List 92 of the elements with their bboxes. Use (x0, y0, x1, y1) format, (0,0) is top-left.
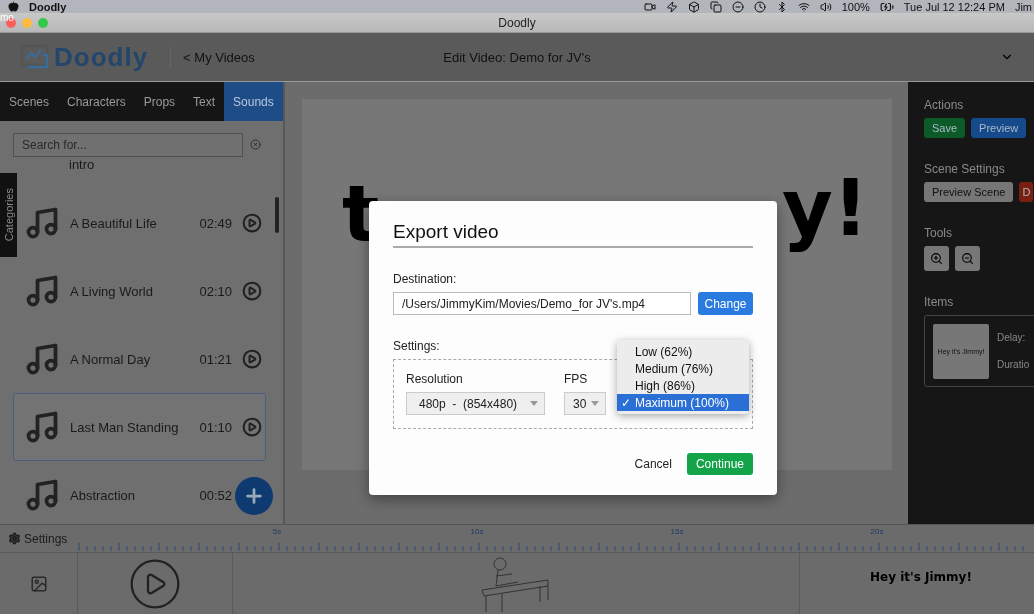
quality-option[interactable]: High (86%) (617, 377, 749, 394)
sound-item[interactable]: Abstraction 00:52 (13, 461, 234, 524)
tick-label: 20s (870, 527, 884, 536)
fps-select[interactable]: 30 (564, 392, 606, 415)
battery-percent: 100% (841, 0, 870, 13)
sound-duration: 01:10 (198, 419, 232, 435)
field-label: FPS (564, 372, 588, 386)
back-link[interactable]: < My Videos (183, 49, 255, 65)
destination-field[interactable]: /Users/JimmyKim/Movies/Demo_for JV's.mp4 (393, 292, 691, 315)
sound-name: intro (69, 156, 96, 174)
zoom-out-button[interactable] (955, 246, 980, 271)
change-button[interactable]: Change (698, 292, 753, 315)
clear-icon (250, 139, 261, 150)
settings-icon (8, 532, 21, 545)
zoom-in-icon (930, 252, 943, 265)
wifi-icon (797, 0, 810, 13)
section-heading: Tools (924, 226, 952, 240)
quality-option[interactable]: Low (62%) (617, 343, 749, 360)
sound-name: A Living World (70, 282, 154, 301)
play-icon (242, 213, 262, 233)
search-field[interactable]: Search for... (13, 133, 243, 157)
tick-label: 10s (470, 527, 484, 536)
field-label: Resolution (406, 372, 463, 386)
add-button[interactable] (235, 477, 273, 515)
panel-tab[interactable]: Sounds (224, 82, 283, 121)
sound-duration: 02:10 (198, 283, 232, 299)
section-heading: Items (924, 295, 954, 309)
window-title: Doodly (498, 15, 536, 30)
panel-tab[interactable]: Characters (58, 82, 135, 121)
music-note-icon (24, 205, 60, 241)
sound-duration: 00:52 (198, 487, 232, 503)
action-button[interactable]: Preview (971, 118, 1027, 138)
music-note-icon (24, 409, 60, 445)
quality-option[interactable]: Medium (76%) (617, 360, 749, 377)
plus-icon (243, 485, 265, 507)
quality-option[interactable]: ✓ Maximum (100%) (617, 394, 749, 411)
logo-text: Doodly (54, 41, 149, 73)
settings-button[interactable]: Settings (0, 525, 78, 552)
zoom-in-button[interactable] (924, 246, 949, 271)
scene-button[interactable]: D (1019, 182, 1034, 202)
tick-label: 15s (670, 527, 684, 536)
continue-button[interactable]: Continue (686, 453, 753, 475)
dialog-title: Export video (393, 221, 753, 248)
panel-tab[interactable]: Scenes (0, 82, 59, 121)
bolt-icon (665, 0, 678, 13)
field-label: Destination: (393, 272, 457, 286)
categories-tab[interactable]: Categories (0, 173, 17, 257)
zoom-out-icon (961, 252, 974, 265)
sound-item[interactable]: Last Man Standing 01:10 (13, 393, 266, 461)
action-button[interactable]: Save (924, 118, 966, 138)
edge-text: mo (0, 12, 14, 23)
tick-label: 5s (272, 527, 282, 536)
scene-button[interactable]: Preview Scene (924, 182, 1014, 202)
music-note-icon (24, 341, 60, 377)
sound-duration: 02:49 (198, 215, 232, 231)
page-title: Edit Video: Demo for JV's (443, 49, 591, 65)
minus-circle-icon (731, 0, 744, 13)
clock-text: Tue Jul 12 12:24 PM (903, 0, 1005, 13)
play-icon (242, 349, 262, 369)
panel-tab[interactable]: Props (134, 82, 185, 121)
sound-duration: 01:21 (198, 351, 232, 367)
scrollbar[interactable] (275, 197, 279, 233)
volume-icon (819, 0, 832, 13)
music-note-icon (24, 273, 60, 309)
play-icon (242, 417, 262, 437)
user-name[interactable]: Jim (1014, 0, 1032, 13)
resolution-select[interactable]: 480p - (854x480) (406, 392, 545, 415)
item-field-label: Duratio (997, 359, 1030, 370)
sound-item[interactable]: A Living World 02:10 (13, 257, 266, 325)
image-icon (29, 574, 48, 593)
panel-tab[interactable]: Text (184, 82, 225, 121)
apple-icon (8, 1, 19, 12)
sound-name: Abstraction (70, 486, 137, 505)
menu-app-name[interactable]: Doodly (29, 0, 67, 13)
play-icon (242, 281, 262, 301)
box-icon (687, 0, 700, 13)
canvas-text: y! (782, 163, 869, 253)
copy-icon (709, 0, 722, 13)
sound-name: A Beautiful Life (70, 214, 158, 233)
music-note-icon (24, 477, 60, 513)
sound-name: A Normal Day (70, 350, 152, 369)
section-heading: Actions (924, 98, 964, 112)
clock-icon (753, 0, 766, 13)
cancel-button[interactable]: Cancel (628, 456, 678, 472)
field-label: Settings: (393, 339, 440, 353)
battery-icon (879, 0, 894, 14)
item-field-label: Delay: (997, 332, 1026, 343)
camera-icon (643, 0, 656, 13)
section-heading: Scene Settings (924, 162, 1005, 176)
scene-caption: Hey it's Jimmy! (870, 569, 972, 584)
sound-item[interactable]: A Normal Day 01:21 (13, 325, 266, 393)
sound-name: Last Man Standing (70, 418, 180, 437)
